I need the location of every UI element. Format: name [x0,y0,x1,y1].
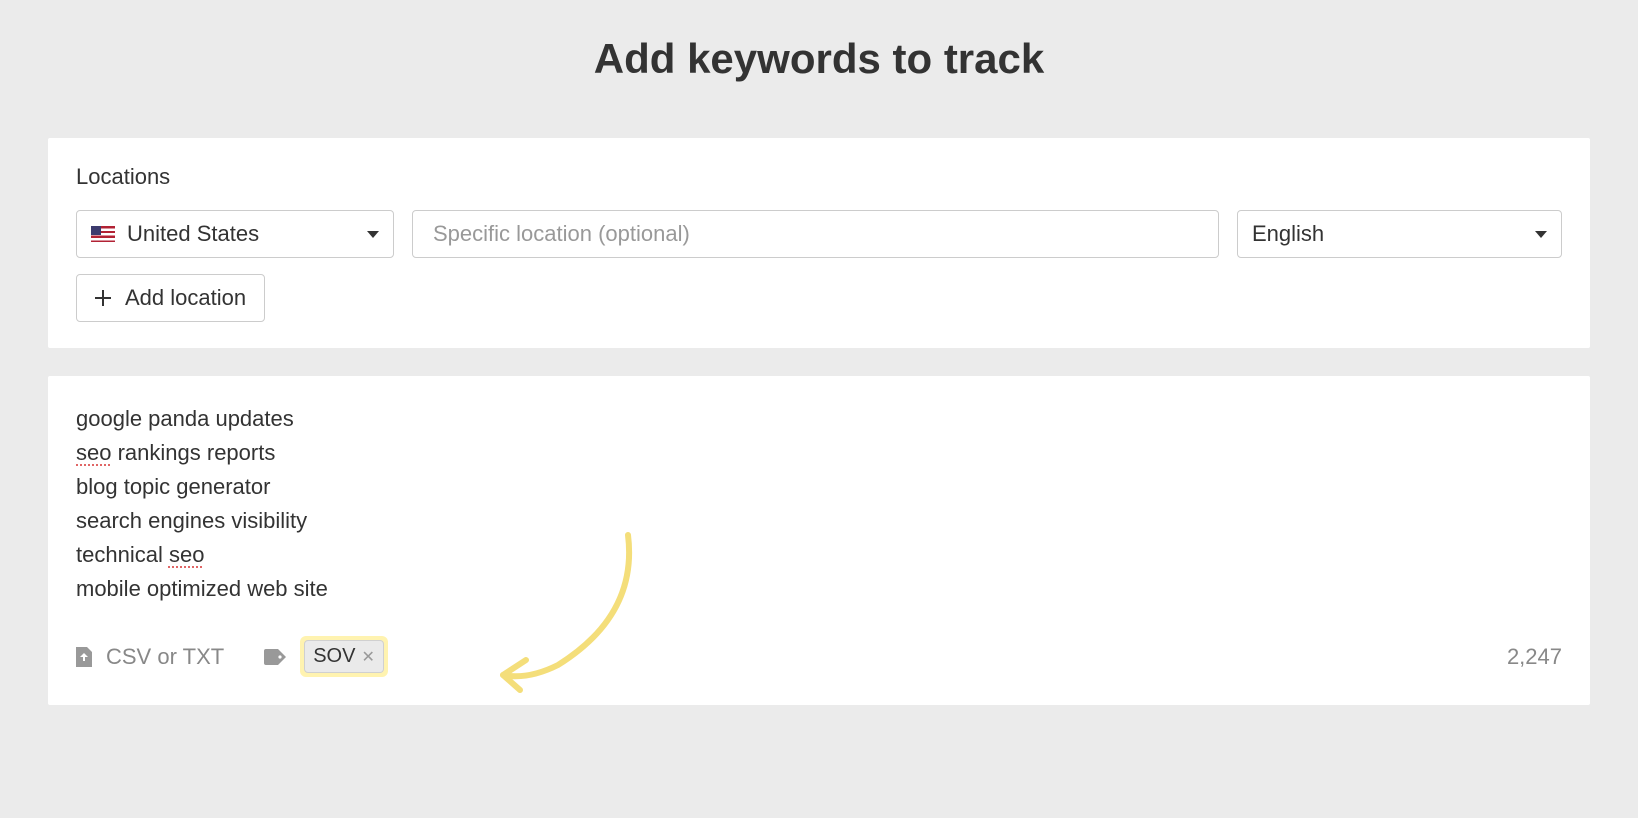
locations-row: United States English [76,210,1562,258]
tag-icon[interactable] [264,649,286,665]
specific-location-input[interactable] [412,210,1219,258]
upload-file-icon[interactable] [76,647,92,667]
add-location-button[interactable]: Add location [76,274,265,322]
add-location-label: Add location [125,285,246,311]
close-icon[interactable]: ✕ [361,647,374,667]
keyword-line: seo rankings reports [76,436,1562,470]
keyword-line: blog topic generator [76,470,1562,504]
us-flag-icon [91,226,115,242]
plus-icon [95,290,111,306]
keyword-line: technical seo [76,538,1562,572]
country-selected-label: United States [127,221,259,247]
keyword-line: search engines visibility [76,504,1562,538]
sov-chip-highlight: SOV ✕ [300,636,388,677]
locations-card: Locations United States English Add loca… [48,138,1590,348]
country-select[interactable]: United States [76,210,394,258]
language-select[interactable]: English [1237,210,1562,258]
upload-label[interactable]: CSV or TXT [106,644,224,670]
locations-label: Locations [76,164,1562,190]
page-title: Add keywords to track [48,35,1590,83]
sov-tag-chip[interactable]: SOV ✕ [304,640,384,673]
keyword-line: mobile optimized web site [76,572,1562,606]
chevron-down-icon [367,231,379,238]
keywords-card: google panda updates seo rankings report… [48,376,1590,705]
chevron-down-icon [1535,231,1547,238]
keywords-counter: 2,247 [1507,644,1562,670]
language-selected-label: English [1252,221,1324,247]
keyword-line: google panda updates [76,402,1562,436]
sov-chip-label: SOV [313,645,355,668]
keywords-textarea[interactable]: google panda updates seo rankings report… [76,402,1562,606]
keywords-footer: CSV or TXT SOV ✕ 2,247 [76,636,1562,677]
